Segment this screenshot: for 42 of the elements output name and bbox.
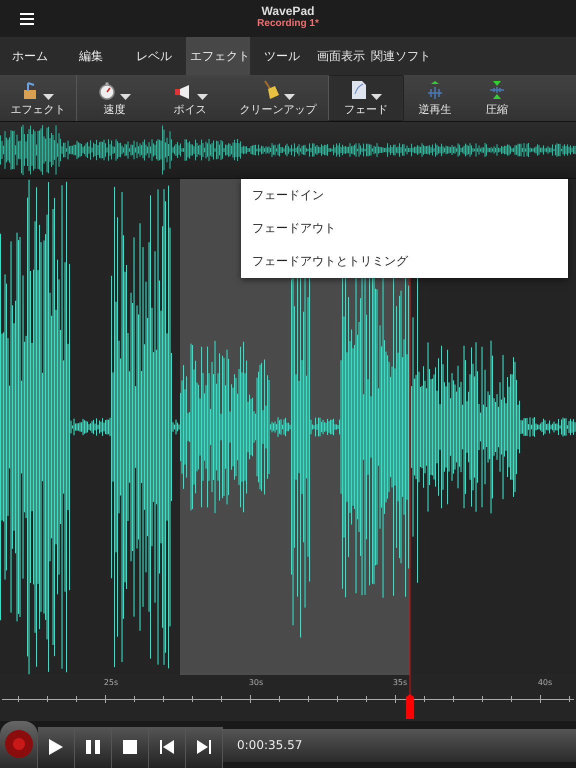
toolbar-button[interactable]: フェード (328, 75, 404, 121)
toolbar-button[interactable]: ボイス (152, 75, 228, 121)
compress-icon (488, 80, 506, 100)
tab[interactable]: ツール (250, 37, 314, 76)
toolbar-button[interactable]: クリーンアップ (228, 75, 328, 121)
menu-item[interactable]: フェードアウト (241, 212, 568, 245)
document-icon (350, 80, 366, 100)
stop-icon (123, 740, 137, 754)
tab[interactable]: 画面表示 (314, 37, 368, 76)
playhead-handle (406, 694, 414, 719)
record-icon (4, 729, 34, 760)
tab[interactable]: エフェクト (186, 37, 250, 76)
document-title: Recording 1* (257, 18, 319, 29)
tab[interactable]: ホーム (0, 37, 60, 76)
skip-forward-icon (197, 740, 211, 754)
app-title: WavePad (262, 4, 314, 18)
reverse-wave-icon (426, 80, 444, 100)
menu-item[interactable]: フェードイン (241, 178, 568, 212)
time-readout: 0:00:35.57 (237, 738, 302, 752)
menu-item[interactable]: フェードアウトとトリミング (241, 244, 568, 278)
tab[interactable]: レベル (122, 37, 186, 76)
time-label: 25s (104, 678, 118, 687)
toolbar-button[interactable]: 逆再生 (404, 75, 466, 121)
skip-back-button[interactable] (149, 726, 186, 768)
tab[interactable]: 関連ソフト (368, 37, 434, 76)
play-icon (49, 739, 63, 756)
broom-icon (262, 80, 280, 100)
stopwatch-icon (98, 82, 116, 100)
toolbar-button[interactable]: 速度 (76, 75, 152, 121)
time-label: 40s (538, 678, 552, 687)
menu-icon[interactable] (20, 12, 34, 25)
time-label: 30s (248, 678, 264, 687)
skip-back-icon (160, 740, 174, 754)
pause-button[interactable] (75, 726, 112, 768)
skip-forward-button[interactable] (186, 726, 223, 768)
tab[interactable]: 編集 (60, 37, 122, 76)
pause-icon (86, 740, 100, 754)
toolbar-button[interactable]: 圧縮 (466, 75, 528, 121)
time-label: 35s (392, 678, 408, 687)
play-button[interactable] (38, 726, 75, 768)
stop-button[interactable] (112, 726, 149, 768)
toolbar-button[interactable]: エフェクト (0, 75, 76, 121)
